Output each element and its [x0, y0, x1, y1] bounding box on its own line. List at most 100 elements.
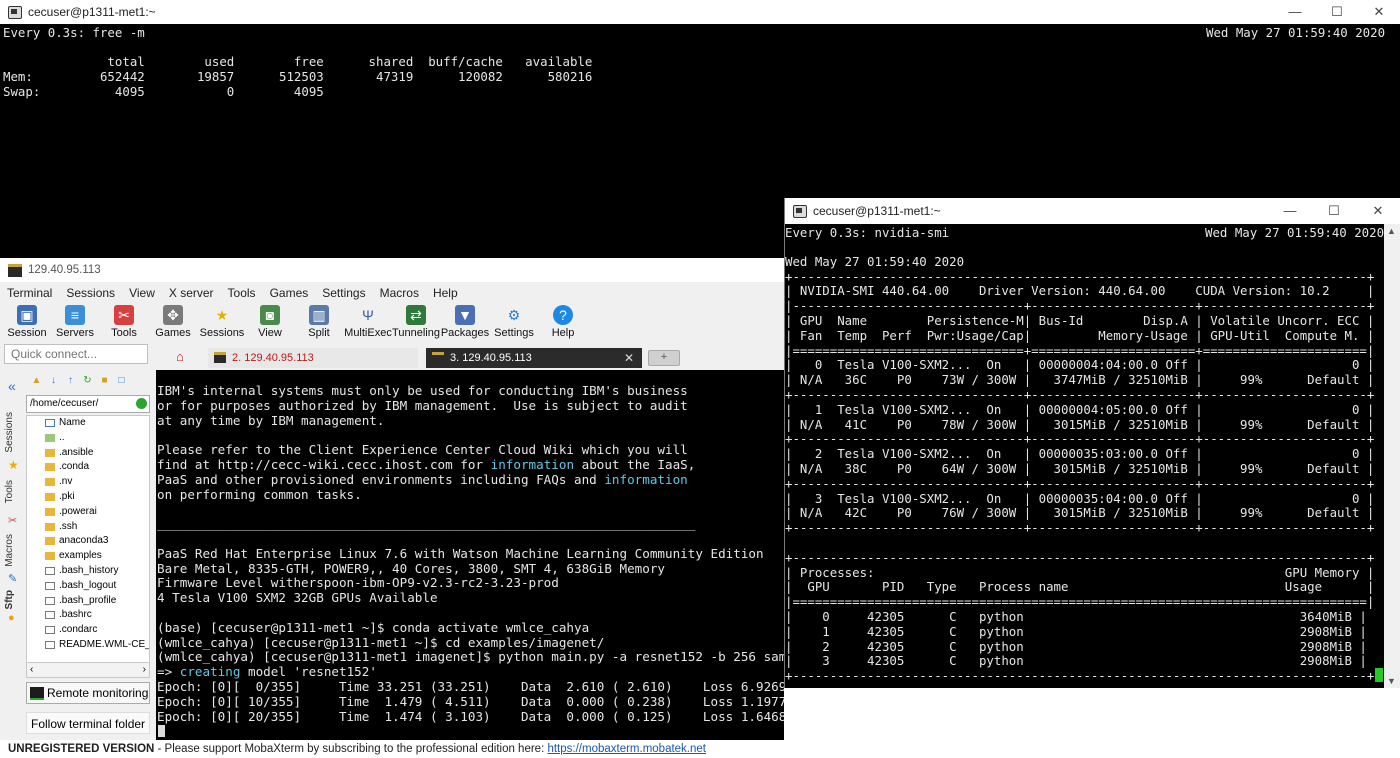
session-tabs: ⌂ 2. 129.40.95.113 3. 129.40.95.113 ✕ +	[156, 346, 784, 370]
sidebar-tab-sftp[interactable]: Sftp	[4, 590, 24, 609]
scroll-down-icon[interactable]: ▼	[1387, 676, 1396, 686]
path-ok-icon[interactable]	[136, 398, 147, 409]
tools-icon: ✂	[114, 305, 134, 325]
settings-button[interactable]: ⚙ Settings	[489, 304, 539, 339]
tools-icon: ✂	[8, 515, 18, 527]
list-item[interactable]: .pki	[27, 490, 149, 505]
multiexec-icon: Ψ	[362, 307, 374, 323]
multiexec-button[interactable]: Ψ MultiExec	[343, 304, 393, 339]
menu-x-server[interactable]: X server	[162, 284, 221, 302]
list-item[interactable]: .bash_profile	[27, 594, 149, 609]
view-button[interactable]: ◙ View	[245, 304, 295, 339]
mobaxterm-titlebar[interactable]: 129.40.95.113	[0, 258, 784, 282]
mobaxterm-window[interactable]: 129.40.95.113 Terminal Sessions View X s…	[0, 258, 784, 758]
sidebar-tab-macros[interactable]: Macros	[4, 534, 24, 567]
split-button[interactable]: ▥ Split	[294, 304, 344, 339]
tunnel-icon: ⇄	[406, 305, 426, 325]
close-button[interactable]: ✕	[1358, 0, 1400, 24]
minimize-button[interactable]: —	[1274, 0, 1316, 24]
menu-terminal[interactable]: Terminal	[0, 284, 59, 302]
tab-session-3[interactable]: 3. 129.40.95.113 ✕	[426, 348, 642, 368]
menu-help[interactable]: Help	[426, 284, 465, 302]
refresh-icon[interactable]: ↻	[81, 374, 94, 387]
follow-terminal-folder-checkbox[interactable]: Follow terminal folder	[26, 712, 150, 734]
unregistered-label: UNREGISTERED VERSION	[8, 743, 155, 755]
sftp-icon: ●	[8, 612, 15, 624]
sftp-file-list[interactable]: Name .. .ansible .conda .nv .pki .powera…	[26, 415, 150, 665]
terminal-tab-icon	[432, 352, 444, 363]
file-list-header[interactable]: Name	[27, 416, 149, 431]
upload-icon[interactable]: ↑	[64, 374, 77, 387]
star-icon: ★	[8, 458, 19, 472]
list-item[interactable]: .powerai	[27, 505, 149, 520]
menu-view[interactable]: View	[122, 284, 162, 302]
nvidia-smi-window[interactable]: cecuser@p1311-met1:~ — ☐ ✕ Every 0.3s: n…	[784, 198, 1400, 688]
menu-sessions[interactable]: Sessions	[59, 284, 122, 302]
servers-button[interactable]: ≡ Servers	[50, 304, 100, 339]
new-folder-icon[interactable]: ■	[98, 374, 111, 387]
list-item[interactable]: .ssh	[27, 520, 149, 535]
menu-macros[interactable]: Macros	[373, 284, 426, 302]
tab-session-2[interactable]: 2. 129.40.95.113	[208, 348, 418, 368]
list-item[interactable]: ..	[27, 431, 149, 446]
putty-icon	[793, 204, 807, 218]
sidebar-tab-sessions[interactable]: Sessions	[4, 412, 24, 453]
close-button[interactable]: ✕	[1356, 198, 1400, 224]
remote-monitoring-button[interactable]: Remote monitoring	[26, 682, 150, 704]
scroll-up-icon[interactable]: ▲	[1387, 226, 1396, 236]
nvidia-window-titlebar[interactable]: cecuser@p1311-met1:~ — ☐ ✕	[785, 198, 1400, 224]
sftp-horizontal-scrollbar[interactable]: ‹ ›	[26, 662, 150, 678]
main-toolbar: ▣ Session ≡ Servers ✂ Tools ✥ Games ★ Session…	[0, 304, 784, 346]
list-item[interactable]: README.WML-CE_1.7	[27, 638, 149, 653]
scroll-left-icon[interactable]: ‹	[30, 664, 33, 675]
quick-connect-input[interactable]	[4, 344, 148, 364]
collapse-sidebar-icon[interactable]: «	[8, 378, 16, 394]
folder-icon	[45, 492, 55, 501]
nvidia-vertical-scrollbar[interactable]: ▲ ▼	[1384, 224, 1400, 688]
list-item[interactable]: examples	[27, 549, 149, 564]
new-file-icon[interactable]: □	[115, 374, 128, 387]
list-item[interactable]: .bash_history	[27, 564, 149, 579]
new-tab-button[interactable]: +	[648, 350, 680, 366]
maximize-button[interactable]: ☐	[1312, 198, 1356, 224]
mobaxterm-terminal[interactable]: IBM's internal systems must only be used…	[156, 370, 784, 740]
terminal-output: IBM's internal systems must only be used…	[157, 383, 784, 724]
packages-button[interactable]: ▼ Packages	[440, 304, 490, 339]
home-icon[interactable]: ⌂	[176, 349, 184, 364]
menu-tools[interactable]: Tools	[221, 284, 263, 302]
close-tab-icon[interactable]: ✕	[624, 348, 634, 368]
free-window-titlebar[interactable]: cecuser@p1311-met1:~ — ☐ ✕	[0, 0, 1400, 24]
tunneling-button[interactable]: ⇄ Tunneling	[391, 304, 441, 339]
mobatek-link[interactable]: https://mobaxterm.mobatek.net	[547, 743, 706, 755]
download-icon[interactable]: ↓	[47, 374, 60, 387]
folder-icon	[45, 552, 55, 561]
folder-up-icon[interactable]: ▲	[30, 374, 43, 387]
maximize-button[interactable]: ☐	[1316, 0, 1358, 24]
folder-icon	[45, 537, 55, 546]
file-icon	[45, 626, 55, 635]
sftp-panel: ▲ ↓ ↑ ↻ ■ □ /home/cecuser/ Name .. .ansi…	[26, 372, 150, 672]
star-icon: ★	[215, 307, 229, 323]
menu-games[interactable]: Games	[263, 284, 316, 302]
scroll-right-icon[interactable]: ›	[143, 664, 146, 675]
session-button[interactable]: ▣ Session	[2, 304, 52, 339]
list-item[interactable]: .bashrc	[27, 608, 149, 623]
minimize-button[interactable]: —	[1268, 198, 1312, 224]
help-button[interactable]: ? Help	[538, 304, 588, 339]
list-item[interactable]: .conda	[27, 460, 149, 475]
nvidia-window-title: cecuser@p1311-met1:~	[813, 204, 941, 218]
sftp-path-field[interactable]: /home/cecuser/	[26, 395, 150, 413]
list-item[interactable]: .condarc	[27, 623, 149, 638]
list-item[interactable]: .bash_logout	[27, 579, 149, 594]
list-item[interactable]: .ansible	[27, 446, 149, 461]
support-message: - Please support MobaXterm by subscribin…	[154, 743, 548, 755]
menu-settings[interactable]: Settings	[315, 284, 372, 302]
folder-icon	[45, 478, 55, 487]
list-item[interactable]: .nv	[27, 475, 149, 490]
tools-button[interactable]: ✂ Tools	[99, 304, 149, 339]
sessions-button[interactable]: ★ Sessions	[197, 304, 247, 339]
games-button[interactable]: ✥ Games	[148, 304, 198, 339]
sidebar-tab-tools[interactable]: Tools	[4, 480, 24, 503]
list-item[interactable]: anaconda3	[27, 534, 149, 549]
folder-icon	[45, 522, 55, 531]
